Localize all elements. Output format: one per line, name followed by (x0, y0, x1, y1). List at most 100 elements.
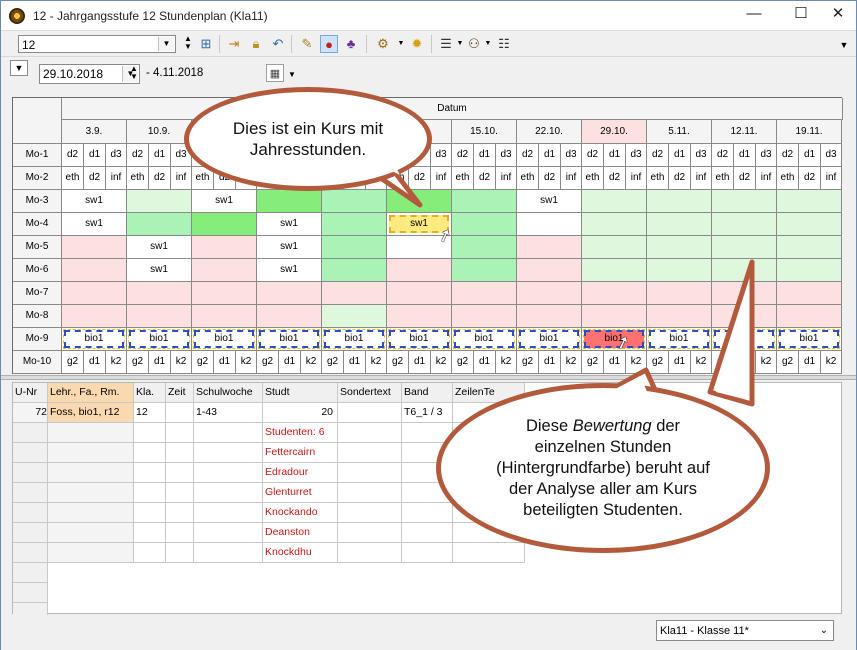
lesson-subcell[interactable]: d1 (344, 351, 366, 374)
overflow-arrow-icon[interactable]: ▼ (835, 36, 853, 54)
lesson-cell[interactable] (192, 236, 257, 259)
lesson-cell[interactable] (387, 305, 452, 328)
row-empty[interactable] (134, 523, 166, 543)
grid-scrollbar[interactable] (844, 97, 854, 374)
row-empty[interactable] (194, 483, 263, 503)
people-icon[interactable]: ♣ (342, 35, 360, 53)
lesson-subcell[interactable]: eth (62, 167, 84, 190)
row-band[interactable]: T6_1 / 3 (402, 403, 453, 423)
lesson-subcell[interactable]: inf (626, 167, 647, 190)
row-students[interactable]: 20 (263, 403, 338, 423)
lesson-subcell[interactable]: g2 (257, 351, 279, 374)
lesson-subcell[interactable]: eth (582, 167, 604, 190)
lesson-cell[interactable] (192, 213, 257, 236)
lesson-subcell[interactable]: d1 (669, 351, 691, 374)
lesson-subcell[interactable]: d3 (626, 144, 647, 167)
maximize-button[interactable]: ☐ (784, 1, 818, 29)
lesson-cell-bio[interactable]: bio1 (713, 329, 775, 349)
row-empty[interactable] (134, 463, 166, 483)
lesson-cell[interactable] (257, 305, 322, 328)
lesson-subcell[interactable]: k2 (236, 351, 257, 374)
row-empty[interactable] (402, 543, 453, 563)
row-empty[interactable] (166, 543, 194, 563)
spin-updown-icon[interactable]: ▲ ▼ (179, 35, 197, 53)
import-icon[interactable]: ⇥ (225, 35, 243, 53)
lesson-cell[interactable] (452, 259, 517, 282)
lesson-subcell[interactable]: d3 (106, 144, 127, 167)
row-unr[interactable]: 72 (13, 403, 48, 423)
lesson-cell[interactable]: sw1 (127, 259, 192, 282)
lesson-cell[interactable] (127, 213, 192, 236)
calendar-icon[interactable]: ▦ (266, 64, 284, 82)
lesson-subcell[interactable]: inf (821, 167, 842, 190)
lesson-subcell[interactable]: d1 (734, 144, 756, 167)
lesson-cell[interactable] (712, 305, 777, 328)
row-empty[interactable] (134, 443, 166, 463)
lesson-cell[interactable]: sw1 (62, 190, 127, 213)
column-header[interactable]: Lehr., Fa., Rm. (48, 383, 134, 403)
row-empty[interactable] (166, 463, 194, 483)
lesson-subcell[interactable]: eth (452, 167, 474, 190)
lesson-subcell[interactable]: eth (777, 167, 799, 190)
row-class[interactable]: 12 (134, 403, 166, 423)
student-name[interactable]: Knockando (263, 503, 338, 523)
lesson-cell[interactable]: sw1 (192, 190, 257, 213)
lesson-subcell[interactable]: eth (647, 167, 669, 190)
lesson-cell[interactable] (777, 236, 842, 259)
row-empty[interactable] (194, 463, 263, 483)
lesson-cell[interactable] (582, 190, 647, 213)
row-time[interactable] (166, 403, 194, 423)
lesson-subcell[interactable]: d2 (712, 144, 734, 167)
lesson-cell[interactable] (192, 282, 257, 305)
lesson-cell[interactable] (452, 190, 517, 213)
lesson-cell[interactable] (647, 190, 712, 213)
lesson-cell[interactable] (127, 305, 192, 328)
lesson-cell[interactable] (387, 282, 452, 305)
lesson-cell[interactable] (62, 305, 127, 328)
lesson-subcell[interactable]: d3 (561, 144, 582, 167)
lesson-cell[interactable] (62, 282, 127, 305)
lesson-subcell[interactable]: d1 (149, 351, 171, 374)
lesson-subcell[interactable]: d2 (539, 167, 561, 190)
lesson-cell[interactable] (647, 282, 712, 305)
lesson-subcell[interactable]: d2 (517, 144, 539, 167)
lesson-cell[interactable]: sw1 (257, 259, 322, 282)
column-header[interactable]: Sondertext (338, 383, 402, 403)
lesson-cell[interactable] (647, 305, 712, 328)
lesson-subcell[interactable]: d1 (604, 144, 626, 167)
lesson-subcell[interactable]: g2 (62, 351, 84, 374)
lesson-subcell[interactable]: d2 (62, 144, 84, 167)
spin-updown-icon[interactable]: ▲ ▼ (125, 65, 143, 83)
lesson-cell[interactable] (777, 190, 842, 213)
lesson-subcell[interactable]: inf (691, 167, 712, 190)
column-header[interactable]: Band (402, 383, 453, 403)
undo-icon[interactable]: ↶ (269, 35, 287, 53)
row-empty[interactable] (338, 463, 402, 483)
row-empty[interactable] (338, 423, 402, 443)
lesson-subcell[interactable]: d1 (474, 351, 496, 374)
lesson-cell[interactable] (517, 213, 582, 236)
row-empty[interactable] (338, 503, 402, 523)
lesson-subcell[interactable]: d1 (539, 351, 561, 374)
lesson-subcell[interactable]: k2 (496, 351, 517, 374)
lesson-cell[interactable] (647, 213, 712, 236)
lesson-subcell[interactable]: inf (496, 167, 517, 190)
lesson-cell[interactable] (517, 236, 582, 259)
lesson-cell[interactable] (387, 259, 452, 282)
menu-dropdown-icon[interactable]: ▼ (10, 60, 28, 76)
chevron-down-icon[interactable]: ⌄ (816, 622, 832, 639)
lesson-subcell[interactable]: d1 (734, 351, 756, 374)
lesson-cell[interactable] (582, 282, 647, 305)
lesson-cell[interactable] (62, 259, 127, 282)
lesson-cell[interactable] (647, 236, 712, 259)
row-specialtext[interactable] (338, 403, 402, 423)
lesson-subcell[interactable]: d1 (409, 351, 431, 374)
lesson-cell[interactable] (517, 259, 582, 282)
lesson-subcell[interactable]: inf (171, 167, 192, 190)
lesson-subcell[interactable]: inf (561, 167, 582, 190)
pin-icon[interactable]: ● (320, 35, 338, 53)
student-name[interactable]: Glenturret (263, 483, 338, 503)
lesson-subcell[interactable]: g2 (322, 351, 344, 374)
row-empty[interactable] (166, 423, 194, 443)
lesson-subcell[interactable]: d2 (777, 144, 799, 167)
